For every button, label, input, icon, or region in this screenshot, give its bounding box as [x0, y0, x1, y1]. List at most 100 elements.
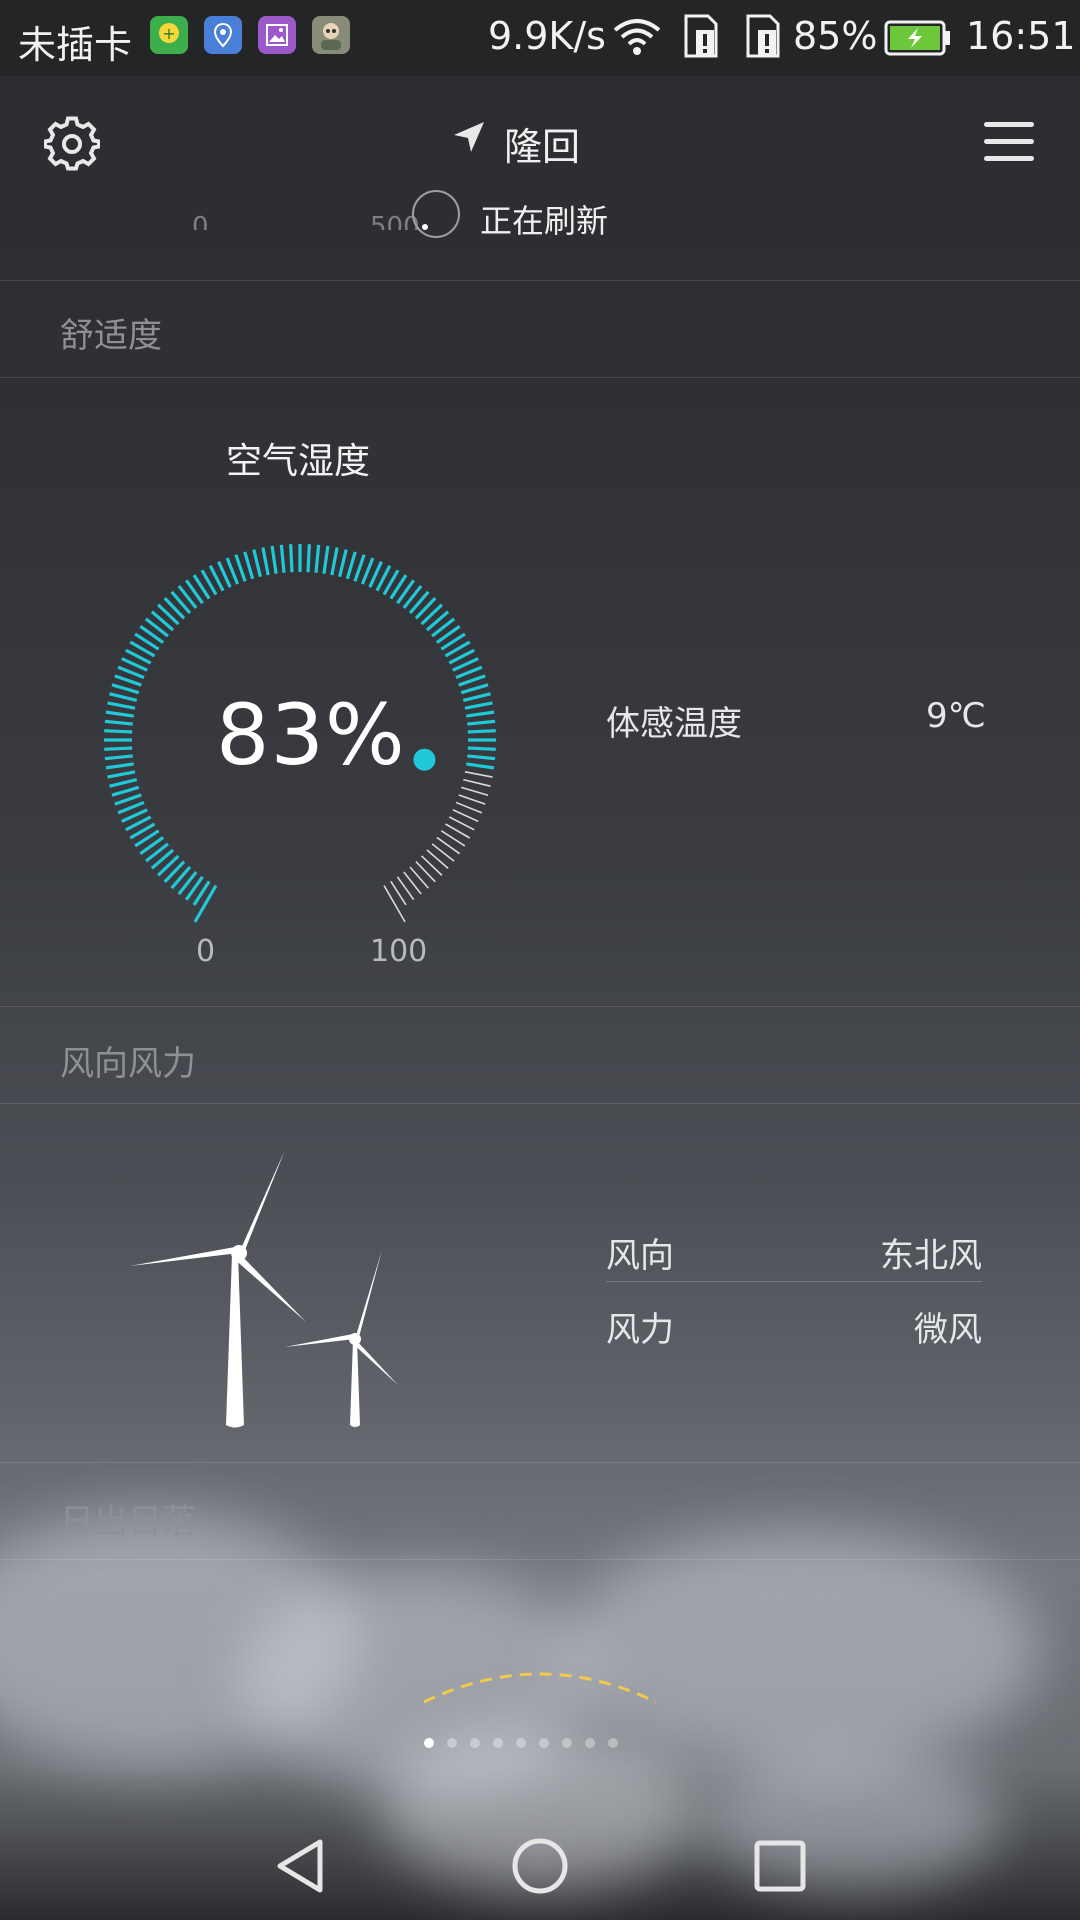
menu-icon[interactable]: [984, 122, 1034, 173]
wind-direction-row: 风向 东北风: [606, 1228, 982, 1277]
gauge-tick: [462, 692, 491, 702]
battery-percent: 85%: [793, 14, 878, 58]
refresh-spinner-icon: [412, 190, 460, 238]
gear-icon[interactable]: [44, 116, 100, 172]
gauge-tick: [107, 770, 136, 779]
gauge-tick: [289, 544, 294, 573]
recents-icon[interactable]: [752, 1838, 808, 1894]
gauge-tick: [460, 786, 489, 796]
gauge-tick: [105, 710, 134, 718]
divider: [606, 1281, 982, 1282]
scrolled-label-min: 0: [192, 212, 209, 230]
gauge-tick: [421, 855, 443, 876]
gauge-tick: [243, 551, 255, 580]
page-indicator[interactable]: [424, 1738, 618, 1748]
divider: [0, 280, 1080, 281]
gauge-tick: [460, 683, 489, 695]
gauge-tick: [314, 544, 321, 573]
gauge-tick: [458, 674, 486, 687]
gauge-value-marker: [413, 748, 436, 771]
navigation-bar: [0, 1820, 1080, 1920]
gauge-tick: [464, 771, 493, 778]
gauge-tick: [458, 794, 486, 805]
page-dot[interactable]: [562, 1738, 572, 1748]
sim-alert-icon: [746, 14, 780, 58]
refresh-status-text: 正在刷新: [480, 202, 609, 240]
home-icon[interactable]: [510, 1836, 570, 1896]
gauge-tick: [279, 544, 286, 573]
sun-arc: [423, 1672, 657, 1704]
gauge-tick: [467, 729, 496, 734]
page-dot[interactable]: [493, 1738, 503, 1748]
page-dot[interactable]: [539, 1738, 549, 1748]
divider: [0, 1006, 1080, 1007]
location-arrow-icon: [454, 122, 484, 152]
divider: [0, 1559, 1080, 1560]
section-title-comfort: 舒适度: [60, 316, 162, 356]
gauge-tick: [322, 545, 330, 574]
gauge-max-label: 100: [370, 934, 428, 969]
wind-direction-label: 风向: [606, 1236, 674, 1276]
gauge-tick: [109, 692, 138, 702]
gauge-tick: [114, 674, 142, 687]
humidity-title: 空气湿度: [226, 441, 371, 482]
divider: [0, 1462, 1080, 1463]
app-header: 隆回: [0, 76, 1080, 206]
gauge-tick: [467, 754, 496, 761]
gauge-tick: [104, 754, 133, 761]
gauge-tick: [353, 554, 366, 582]
gauge-tick: [345, 551, 357, 580]
gauge-tick: [426, 849, 449, 869]
gauge-tick: [338, 549, 348, 578]
gauge-tick: [105, 762, 134, 770]
gauge-tick: [452, 809, 479, 823]
network-speed: 9.9K/s: [488, 14, 606, 58]
page-dot[interactable]: [470, 1738, 480, 1748]
gauge-tick: [467, 746, 496, 751]
section-title-sun: 日出日落: [60, 1502, 196, 1542]
gauge-tick: [111, 785, 140, 797]
gauge-tick: [114, 793, 142, 806]
page-dot[interactable]: [424, 1738, 434, 1748]
gallery-icon: [258, 16, 296, 54]
svg-text:+: +: [162, 24, 175, 43]
wind-force-value: 微风: [914, 1310, 982, 1350]
gauge-tick: [107, 701, 136, 710]
gauge-tick: [466, 762, 495, 770]
page-dot[interactable]: [447, 1738, 457, 1748]
gauge-tick: [466, 710, 495, 718]
wind-force-label: 风力: [606, 1310, 674, 1350]
divider: [0, 1103, 1080, 1104]
page-dot[interactable]: [516, 1738, 526, 1748]
city-name[interactable]: 隆回: [504, 116, 580, 171]
gauge-tick: [109, 778, 138, 788]
gauge-tick: [463, 778, 491, 787]
gauge-tick: [193, 884, 218, 923]
page-dot[interactable]: [608, 1738, 618, 1748]
battery-charging-icon: [884, 20, 950, 56]
gauge-tick: [270, 545, 278, 574]
feels-like-value: 9℃: [926, 696, 986, 736]
gauge-tick: [234, 554, 247, 582]
page-dot[interactable]: [585, 1738, 595, 1748]
avatar-app-icon: [312, 16, 350, 54]
carrier-text: 未插卡: [18, 23, 133, 67]
wind-direction-value: 东北风: [880, 1236, 982, 1276]
sim-alert-icon: [684, 14, 718, 58]
gauge-tick: [252, 549, 262, 578]
section-title-wind: 风向风力: [60, 1044, 196, 1084]
feels-like-label: 体感温度: [606, 704, 742, 744]
gauge-tick: [104, 729, 133, 734]
wind-force-row: 风力 微风: [606, 1302, 982, 1351]
gauge-tick: [111, 683, 140, 695]
humidity-value: 83%: [216, 686, 406, 784]
gauge-tick: [415, 861, 436, 883]
gauge-min-label: 0: [196, 934, 216, 969]
gauge-tick: [383, 885, 406, 923]
gauge-tick: [104, 746, 133, 751]
clock-time: 16:51: [966, 14, 1076, 58]
gauge-tick: [409, 866, 429, 889]
gauge-tick: [330, 547, 339, 576]
wind-turbine-icon: [130, 1150, 398, 1428]
back-icon[interactable]: [272, 1836, 328, 1896]
